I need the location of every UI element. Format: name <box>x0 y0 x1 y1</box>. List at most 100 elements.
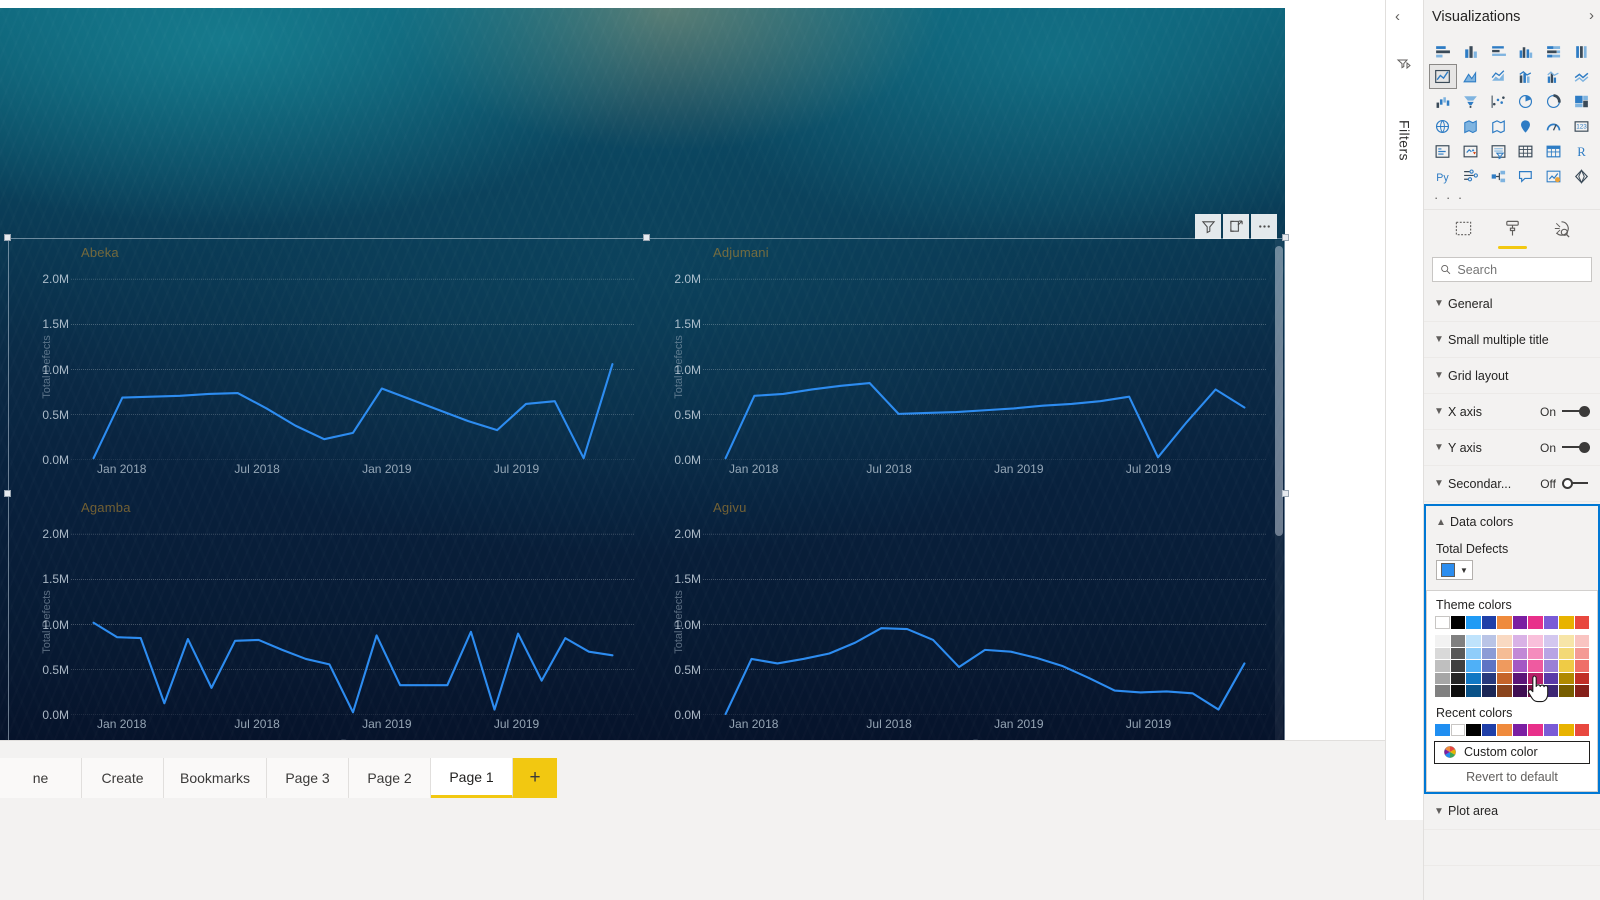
add-page-button[interactable]: + <box>513 758 558 798</box>
next-section-partial[interactable] <box>1424 829 1600 866</box>
theme-color-shade-swatch[interactable] <box>1512 672 1527 684</box>
recent-color-swatch[interactable] <box>1435 723 1450 736</box>
revert-to-default-button[interactable]: Revert to default <box>1427 768 1597 791</box>
section-toggle[interactable] <box>1562 442 1590 453</box>
theme-color-swatch[interactable] <box>1481 616 1496 629</box>
filter-arrow-icon[interactable] <box>1396 56 1412 77</box>
resize-handle-middle-right[interactable] <box>1282 490 1289 497</box>
visual-scrollbar[interactable] <box>1275 240 1283 748</box>
section-toggle[interactable] <box>1562 478 1590 489</box>
theme-color-shade-swatch[interactable] <box>1528 685 1543 697</box>
theme-color-swatch[interactable] <box>1497 616 1512 629</box>
theme-color-shade-swatch[interactable] <box>1481 635 1496 647</box>
card-icon[interactable]: 123 <box>1568 115 1594 138</box>
theme-color-shade-swatch[interactable] <box>1466 635 1481 647</box>
theme-color-shade-swatch[interactable] <box>1512 685 1527 697</box>
focus-mode-icon[interactable] <box>1223 214 1249 239</box>
recent-color-swatch[interactable] <box>1543 723 1558 736</box>
waterfall-chart-icon[interactable] <box>1430 90 1456 113</box>
slicer-icon[interactable] <box>1485 140 1511 163</box>
theme-color-shade-swatch[interactable] <box>1574 647 1589 659</box>
format-section-small-multiple-title[interactable]: ▼ Small multiple title <box>1424 322 1600 358</box>
page-tab-bookmarks[interactable]: Bookmarks <box>164 758 268 798</box>
fields-tab[interactable] <box>1452 216 1475 249</box>
theme-color-shade-swatch[interactable] <box>1497 660 1512 672</box>
more-options-icon[interactable] <box>1251 214 1277 239</box>
pie-chart-icon[interactable] <box>1513 90 1539 113</box>
theme-color-shade-swatch[interactable] <box>1528 647 1543 659</box>
azure-map-icon[interactable] <box>1513 115 1539 138</box>
gauge-icon[interactable] <box>1541 115 1567 138</box>
theme-color-shade-swatch[interactable] <box>1435 660 1450 672</box>
theme-color-shade-swatch[interactable] <box>1497 685 1512 697</box>
theme-color-shade-swatch[interactable] <box>1435 635 1450 647</box>
format-tab[interactable] <box>1497 216 1527 249</box>
kpi-icon[interactable] <box>1458 140 1484 163</box>
theme-color-shade-swatch[interactable] <box>1559 660 1574 672</box>
treemap-icon[interactable] <box>1568 90 1594 113</box>
format-section-y-axis[interactable]: ▼ Y axis On <box>1424 430 1600 466</box>
theme-color-shade-swatch[interactable] <box>1559 685 1574 697</box>
theme-color-shade-swatch[interactable] <box>1450 660 1465 672</box>
theme-color-shade-swatch[interactable] <box>1466 685 1481 697</box>
theme-color-shade-swatch[interactable] <box>1574 672 1589 684</box>
theme-color-shade-swatch[interactable] <box>1497 672 1512 684</box>
theme-color-shade-swatch[interactable] <box>1497 635 1512 647</box>
theme-color-shade-swatch[interactable] <box>1512 635 1527 647</box>
small-multiples-line-chart-visual[interactable]: Abeka Total Defects 0.0M 0.5M 1.0M 1.5M 2.0M Ja… <box>4 234 1289 754</box>
search-input[interactable] <box>1457 262 1584 277</box>
shape-map-icon[interactable] <box>1485 115 1511 138</box>
paginated-report-icon[interactable] <box>1568 165 1594 188</box>
table-icon[interactable] <box>1513 140 1539 163</box>
recent-color-swatch[interactable] <box>1559 723 1574 736</box>
recent-color-swatch[interactable] <box>1450 723 1465 736</box>
custom-color-button[interactable]: Custom color <box>1434 740 1590 764</box>
stacked-column-chart-icon[interactable] <box>1458 40 1484 63</box>
qa-visual-icon[interactable] <box>1513 165 1539 188</box>
theme-color-shade-swatch[interactable] <box>1481 647 1496 659</box>
ribbon-chart-icon[interactable] <box>1568 65 1594 88</box>
python-visual-icon[interactable]: Py <box>1430 165 1456 188</box>
theme-color-shade-swatch[interactable] <box>1559 647 1574 659</box>
page-tab-page-3[interactable]: Page 3 <box>267 758 350 798</box>
theme-color-shade-swatch[interactable] <box>1574 685 1589 697</box>
theme-color-shade-swatch[interactable] <box>1574 660 1589 672</box>
theme-color-shade-swatch[interactable] <box>1481 660 1496 672</box>
theme-color-swatch[interactable] <box>1512 616 1527 629</box>
theme-color-shade-swatch[interactable] <box>1497 647 1512 659</box>
visualizations-expand-icon[interactable]: › <box>1589 7 1594 24</box>
theme-color-swatch[interactable] <box>1528 616 1543 629</box>
100-stacked-bar-chart-icon[interactable] <box>1541 40 1567 63</box>
100-stacked-column-chart-icon[interactable] <box>1568 40 1594 63</box>
stacked-bar-chart-icon[interactable] <box>1430 40 1456 63</box>
recent-color-swatch[interactable] <box>1528 723 1543 736</box>
more-visuals-button[interactable]: · · · <box>1424 188 1600 209</box>
theme-color-shade-swatch[interactable] <box>1543 647 1558 659</box>
section-toggle[interactable] <box>1562 406 1590 417</box>
multi-row-card-icon[interactable] <box>1430 140 1456 163</box>
format-search-box[interactable] <box>1432 257 1592 282</box>
theme-color-shade-swatch[interactable] <box>1543 672 1558 684</box>
theme-color-shade-swatch[interactable] <box>1528 672 1543 684</box>
theme-color-shade-swatch[interactable] <box>1450 635 1465 647</box>
clustered-column-chart-icon[interactable] <box>1513 40 1539 63</box>
recent-color-swatch[interactable] <box>1466 723 1481 736</box>
line-and-clustered-column-chart-icon[interactable] <box>1541 65 1567 88</box>
theme-color-shade-swatch[interactable] <box>1528 635 1543 647</box>
recent-color-swatch[interactable] <box>1497 723 1512 736</box>
theme-color-shade-swatch[interactable] <box>1543 685 1558 697</box>
plot-area[interactable] <box>703 516 1267 715</box>
plot-area[interactable] <box>71 516 635 715</box>
plot-area[interactable] <box>703 261 1267 460</box>
series-color-picker-button[interactable]: ▼ <box>1436 560 1473 580</box>
format-section-secondar[interactable]: ▼ Secondar... Off <box>1424 466 1600 502</box>
data-colors-header[interactable]: ▲ Data colors <box>1426 506 1598 538</box>
theme-color-shade-swatch[interactable] <box>1512 647 1527 659</box>
theme-color-swatch[interactable] <box>1559 616 1574 629</box>
filters-collapse-icon[interactable]: ‹ <box>1395 8 1400 25</box>
theme-color-swatch[interactable] <box>1450 616 1465 629</box>
page-tab-page-2[interactable]: Page 2 <box>349 758 432 798</box>
theme-color-swatch[interactable] <box>1466 616 1481 629</box>
theme-color-shade-swatch[interactable] <box>1435 672 1450 684</box>
theme-color-swatch[interactable] <box>1574 616 1589 629</box>
